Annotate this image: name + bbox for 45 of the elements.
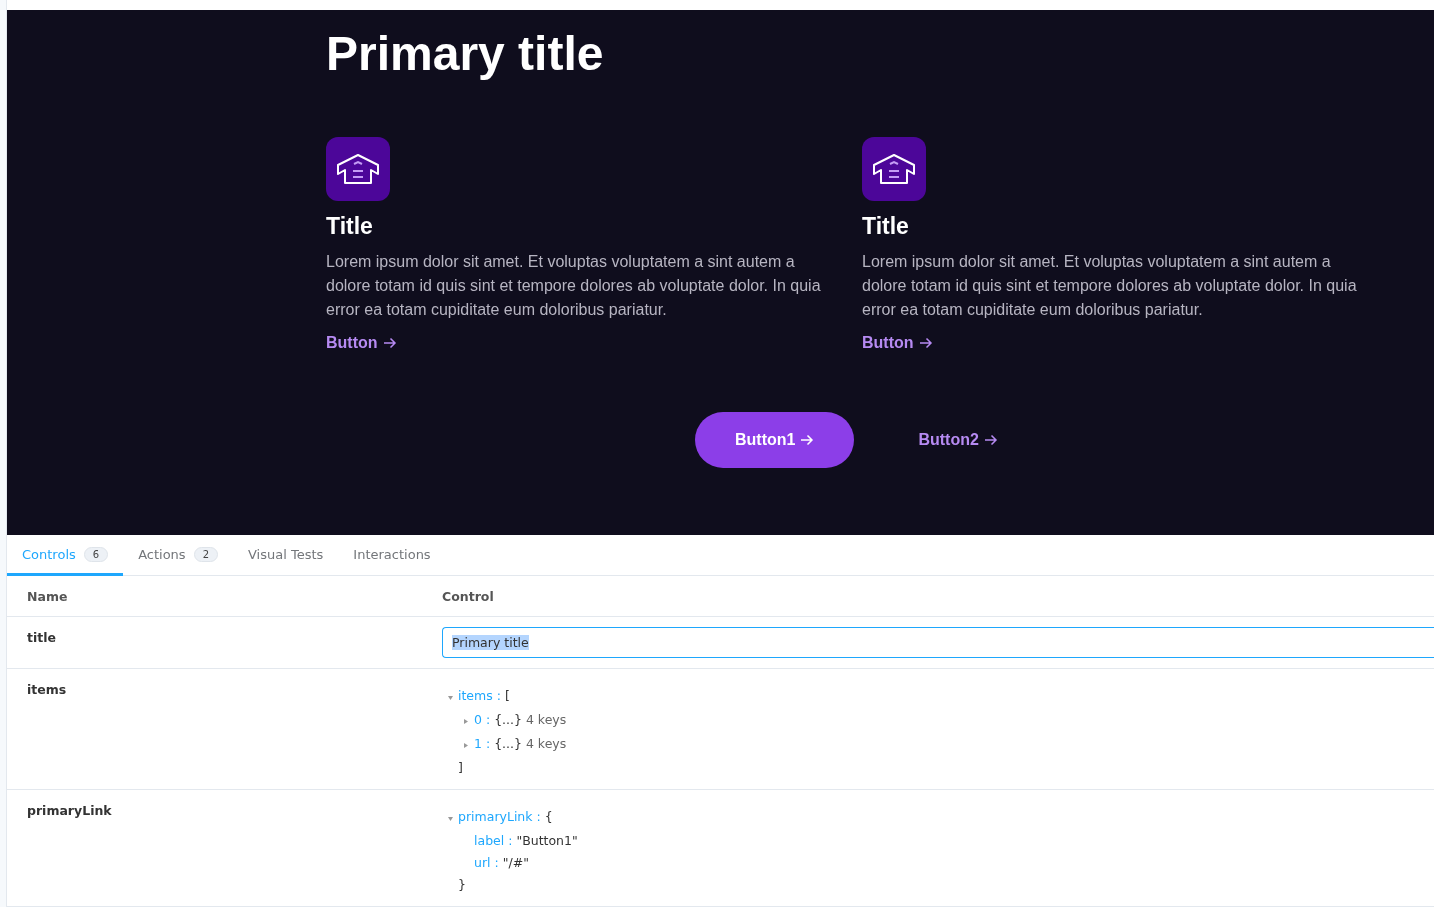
tree-key: 1 :: [474, 736, 491, 751]
tree-value: {...}: [494, 736, 522, 751]
tab[interactable]: Controls 6: [7, 535, 124, 576]
card-title: Title: [326, 212, 373, 241]
caret-down-icon[interactable]: [448, 696, 453, 700]
arrow-icon: [983, 434, 998, 446]
tree-key: label :: [474, 833, 513, 848]
arrow-icon: [918, 337, 933, 349]
row-name: primaryLink: [27, 803, 112, 818]
bracket: [: [504, 688, 510, 703]
card-description: Lorem ipsum dolor sit amet. Et voluptas voluptatem a sint autem a dolore totam id quis sint et tempore dolores ab voluptate dolor. In quia error ea totam cupiditate eum doloribus pariatur.: [326, 252, 822, 320]
tab[interactable]: Actions 2: [123, 535, 233, 576]
card-description: Lorem ipsum dolor sit amet. Et voluptas voluptatem a sint autem a dolore totam id quis sint et tempore dolores ab voluptate dolor. In quia error ea totam cupiditate eum doloribus pariatur.: [862, 252, 1358, 320]
tree-key: primaryLink :: [458, 809, 541, 824]
bracket: ]: [458, 760, 463, 775]
count-badge: 6: [83, 546, 109, 562]
caret-down-icon[interactable]: [448, 817, 453, 821]
secondary-link-button[interactable]: Button2: [918, 412, 998, 468]
tree-note: 4 keys: [524, 736, 567, 751]
arrow-icon: [382, 337, 397, 349]
column-header: Name: [27, 588, 68, 604]
tree-value: {...}: [494, 712, 522, 727]
arrow-icon: [800, 434, 815, 446]
tree-value: "Button1": [516, 833, 578, 848]
caret-right-icon[interactable]: [464, 719, 468, 724]
bracket: {: [544, 809, 553, 824]
tree-value: "/#": [502, 855, 529, 870]
tree-key: items :: [458, 688, 501, 703]
tree-key: url :: [474, 855, 499, 870]
card-link[interactable]: Button: [326, 334, 397, 352]
tab[interactable]: Visual Tests: [233, 535, 339, 576]
primary-title: Primary title: [326, 28, 604, 80]
text-input-field[interactable]: Primary title: [442, 627, 1434, 658]
row-name: title: [27, 630, 56, 645]
card-title: Title: [862, 212, 909, 241]
bracket: }: [458, 877, 466, 892]
tab[interactable]: Interactions: [338, 535, 446, 576]
primary-link-button[interactable]: Button1: [695, 412, 855, 468]
tree-key: 0 :: [474, 712, 491, 727]
row-name: items: [27, 682, 67, 697]
column-header: Control: [442, 588, 494, 604]
tree-note: 4 keys: [524, 712, 567, 727]
card-link[interactable]: Button: [862, 334, 933, 352]
caret-right-icon[interactable]: [464, 743, 468, 748]
count-badge: 2: [193, 546, 218, 562]
